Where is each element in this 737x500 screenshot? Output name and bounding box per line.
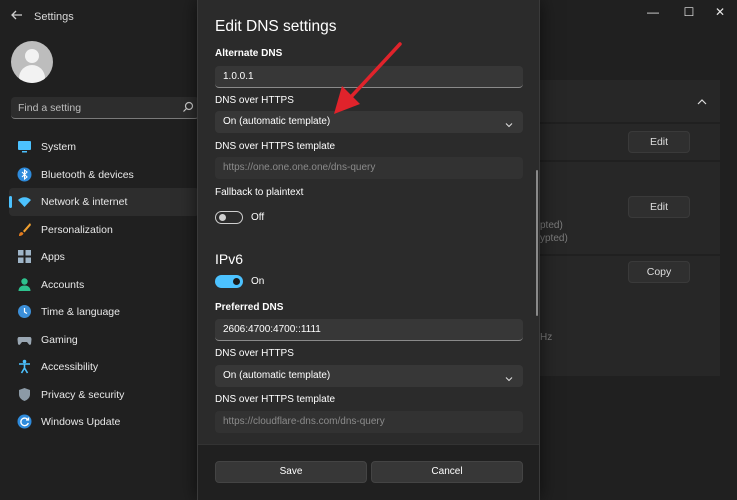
controller-icon [17,332,32,347]
bg-text-fragment: ypted) [540,233,568,244]
dialog-footer: Save Cancel [198,444,539,500]
close-button[interactable]: ✕ [708,4,732,20]
settings-search-box[interactable] [11,97,199,119]
sidebar-item-label: Windows Update [41,416,121,428]
ipv6-doh-dropdown[interactable]: On (automatic template) [215,365,523,387]
chevron-down-icon [504,371,514,382]
sidebar-item-label: Accessibility [41,361,99,373]
chevron-down-icon [504,117,514,128]
ipv6-doh-label: DNS over HTTPS [215,348,294,359]
maximize-button[interactable]: ☐ [677,4,701,20]
sidebar-item-windows-update[interactable]: Windows Update [9,408,199,436]
annotation-arrow-icon [334,42,402,114]
edit-button[interactable]: Edit [628,131,690,153]
apps-icon [17,249,32,264]
fallback-toggle[interactable] [215,211,243,224]
sidebar-item-personalization[interactable]: Personalization [9,216,199,244]
ipv6-heading: IPv6 [215,251,244,267]
back-arrow-icon[interactable] [8,8,26,26]
fallback-label: Fallback to plaintext [215,187,304,198]
dialog-title: Edit DNS settings [215,18,337,35]
ipv6-doh-dropdown-value: On (automatic template) [223,370,331,381]
ipv6-toggle[interactable] [215,275,243,288]
fallback-state: Off [251,212,265,223]
sidebar-nav: System Bluetooth & devices Network & int… [9,133,199,436]
sidebar-item-accessibility[interactable]: Accessibility [9,353,199,381]
save-button[interactable]: Save [215,461,367,483]
sidebar-item-network[interactable]: Network & internet [9,188,199,216]
bg-text-fragment: Hz [540,332,553,343]
sidebar-item-label: Time & language [41,306,120,318]
clock-globe-icon [17,304,32,319]
doh-dropdown-value: On (automatic template) [223,116,331,127]
bg-card-row [530,256,720,376]
copy-button[interactable]: Copy [628,261,690,283]
doh-template-input[interactable]: https://one.one.one.one/dns-query [215,157,523,179]
ipv6-doh-template-label: DNS over HTTPS template [215,394,336,405]
sidebar-item-apps[interactable]: Apps [9,243,199,271]
sidebar-item-accounts[interactable]: Accounts [9,271,199,299]
minimize-button[interactable]: — [641,4,665,20]
accessibility-icon [17,359,32,374]
update-icon [17,414,32,429]
edit-button[interactable]: Edit [628,196,690,218]
ipv6-state: On [251,276,265,287]
dialog-scrollbar[interactable] [536,170,538,316]
sidebar-item-label: System [41,141,77,153]
sidebar-item-gaming[interactable]: Gaming [9,326,199,354]
wifi-icon [17,194,32,209]
sidebar-item-label: Privacy & security [41,388,125,401]
monitor-icon [17,139,32,154]
sidebar-item-label: Accounts [41,278,85,291]
person-icon [17,277,32,292]
brush-icon [17,222,32,237]
cancel-button[interactable]: Cancel [371,461,523,483]
bg-card-header [530,80,720,122]
user-avatar[interactable] [11,41,53,83]
search-icon[interactable] [181,100,195,114]
sidebar-item-label: Personalization [41,223,113,236]
search-input[interactable] [18,102,178,114]
bg-text-fragment: pted) [540,220,563,231]
chevron-up-icon[interactable] [696,95,708,107]
doh-template-label: DNS over HTTPS template [215,141,336,152]
sidebar-item-label: Gaming [41,333,78,346]
sidebar-item-system[interactable]: System [9,133,199,161]
sidebar-item-time-language[interactable]: Time & language [9,298,199,326]
doh-label: DNS over HTTPS [215,95,294,106]
bluetooth-icon [17,167,32,182]
ipv6-doh-template-input[interactable]: https://cloudflare-dns.com/dns-query [215,411,523,433]
sidebar-item-privacy[interactable]: Privacy & security [9,381,199,409]
preferred-dns-label: Preferred DNS [215,302,284,313]
sidebar-item-label: Bluetooth & devices [41,168,134,181]
sidebar-item-bluetooth[interactable]: Bluetooth & devices [9,161,199,189]
preferred-dns-input[interactable]: 2606:4700:4700::1111 [215,319,523,341]
app-title: Settings [34,11,74,23]
bg-card-row [530,124,720,160]
shield-icon [17,387,32,402]
sidebar-item-label: Apps [41,251,65,263]
alternate-dns-label: Alternate DNS [215,48,283,59]
sidebar-item-label: Network & internet [41,196,128,208]
